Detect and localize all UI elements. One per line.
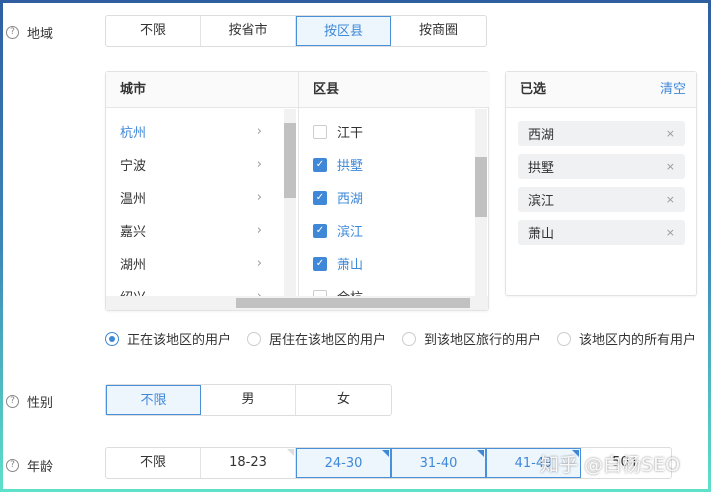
- chevron-right-icon: ›: [256, 256, 262, 271]
- checkbox-checked[interactable]: ✓: [313, 223, 327, 238]
- horizontal-scrollbar[interactable]: [106, 296, 488, 310]
- region-option-business[interactable]: 按商圈: [391, 16, 486, 46]
- help-icon[interactable]: ?: [6, 26, 19, 39]
- radio-current-users[interactable]: 正在该地区的用户: [105, 329, 231, 348]
- region-label-text: 地域: [27, 27, 54, 42]
- close-icon[interactable]: ×: [666, 226, 675, 239]
- close-icon[interactable]: ×: [666, 160, 675, 173]
- city-column: 城市 杭州› 宁波› 温州› 嘉兴› 湖州› 绍兴›: [106, 72, 299, 297]
- region-option-district[interactable]: 按区县: [296, 16, 391, 46]
- chevron-right-icon: ›: [256, 190, 262, 205]
- selected-tag: 西湖 ×: [518, 121, 685, 146]
- region-label: ? 地域: [6, 23, 53, 42]
- selected-header: 已选 清空: [506, 72, 696, 108]
- city-item[interactable]: 温州 ›: [106, 181, 284, 214]
- district-scrollbar[interactable]: [475, 109, 487, 297]
- chevron-right-icon: ›: [256, 157, 262, 172]
- selected-tag: 滨江 ×: [518, 187, 685, 212]
- help-icon[interactable]: ?: [6, 459, 19, 472]
- help-icon[interactable]: ?: [6, 395, 19, 408]
- region-option-all[interactable]: 不限: [106, 16, 201, 46]
- district-item[interactable]: ✓ 萧山: [299, 247, 475, 280]
- checkbox-checked[interactable]: ✓: [313, 157, 327, 172]
- selected-tag: 拱墅 ×: [518, 154, 685, 179]
- gender-option-male[interactable]: 男: [201, 385, 296, 415]
- close-icon[interactable]: ×: [666, 127, 675, 140]
- checkbox[interactable]: [313, 124, 327, 139]
- gender-option-all[interactable]: 不限: [106, 385, 201, 415]
- selected-panel: 已选 清空 西湖 × 拱墅 × 滨江 × 萧山 ×: [505, 71, 697, 296]
- district-item[interactable]: 江干: [299, 115, 475, 148]
- district-column: 区县 江干 ✓拱墅 ✓西湖 ✓滨江 ✓萧山 余杭: [299, 72, 489, 297]
- city-scrollbar[interactable]: [284, 109, 296, 297]
- chevron-right-icon: ›: [257, 289, 262, 296]
- district-header: 区县: [299, 72, 489, 108]
- age-option-18-23[interactable]: 18-23: [201, 448, 296, 478]
- district-item[interactable]: 余杭: [299, 280, 475, 296]
- city-header: 城市: [106, 72, 298, 108]
- district-item[interactable]: ✓ 滨江: [299, 214, 475, 247]
- age-option-all[interactable]: 不限: [106, 448, 201, 478]
- district-picker: 城市 杭州› 宁波› 温州› 嘉兴› 湖州› 绍兴› 区县 江干 ✓拱墅 ✓西湖…: [105, 71, 489, 311]
- clear-button[interactable]: 清空: [660, 72, 686, 107]
- gender-option-female[interactable]: 女: [296, 385, 391, 415]
- radio-traveling-users[interactable]: 到该地区旅行的用户: [402, 329, 541, 348]
- age-option-24-30[interactable]: 24-30: [296, 448, 391, 478]
- gender-label: ? 性别: [6, 392, 53, 411]
- selected-tag: 萧山 ×: [518, 220, 685, 245]
- close-icon[interactable]: ×: [666, 193, 675, 206]
- city-item[interactable]: 杭州 ›: [106, 115, 284, 148]
- chevron-right-icon: ›: [256, 124, 262, 139]
- checkbox-checked[interactable]: ✓: [313, 190, 327, 205]
- district-item[interactable]: ✓ 西湖: [299, 181, 475, 214]
- age-option-31-40[interactable]: 31-40: [391, 448, 486, 478]
- city-item[interactable]: 湖州 ›: [106, 247, 284, 280]
- checkbox-checked[interactable]: ✓: [313, 256, 327, 271]
- city-item[interactable]: 绍兴›: [106, 280, 284, 296]
- district-item[interactable]: ✓ 拱墅: [299, 148, 475, 181]
- gender-segment: 不限 男 女: [105, 384, 392, 416]
- watermark: 知乎 @白杨SEO: [540, 454, 681, 476]
- city-item[interactable]: 嘉兴 ›: [106, 214, 284, 247]
- region-option-province[interactable]: 按省市: [201, 16, 296, 46]
- radio-resident-users[interactable]: 居住在该地区的用户: [247, 329, 386, 348]
- radio-all-users[interactable]: 该地区内的所有用户: [557, 329, 696, 348]
- age-label: ? 年龄: [6, 456, 53, 475]
- user-type-radio-group: 正在该地区的用户 居住在该地区的用户 到该地区旅行的用户 该地区内的所有用户: [105, 329, 708, 348]
- chevron-right-icon: ›: [256, 223, 262, 238]
- region-mode-segment: 不限 按省市 按区县 按商圈: [105, 15, 487, 47]
- city-item[interactable]: 宁波 ›: [106, 148, 284, 181]
